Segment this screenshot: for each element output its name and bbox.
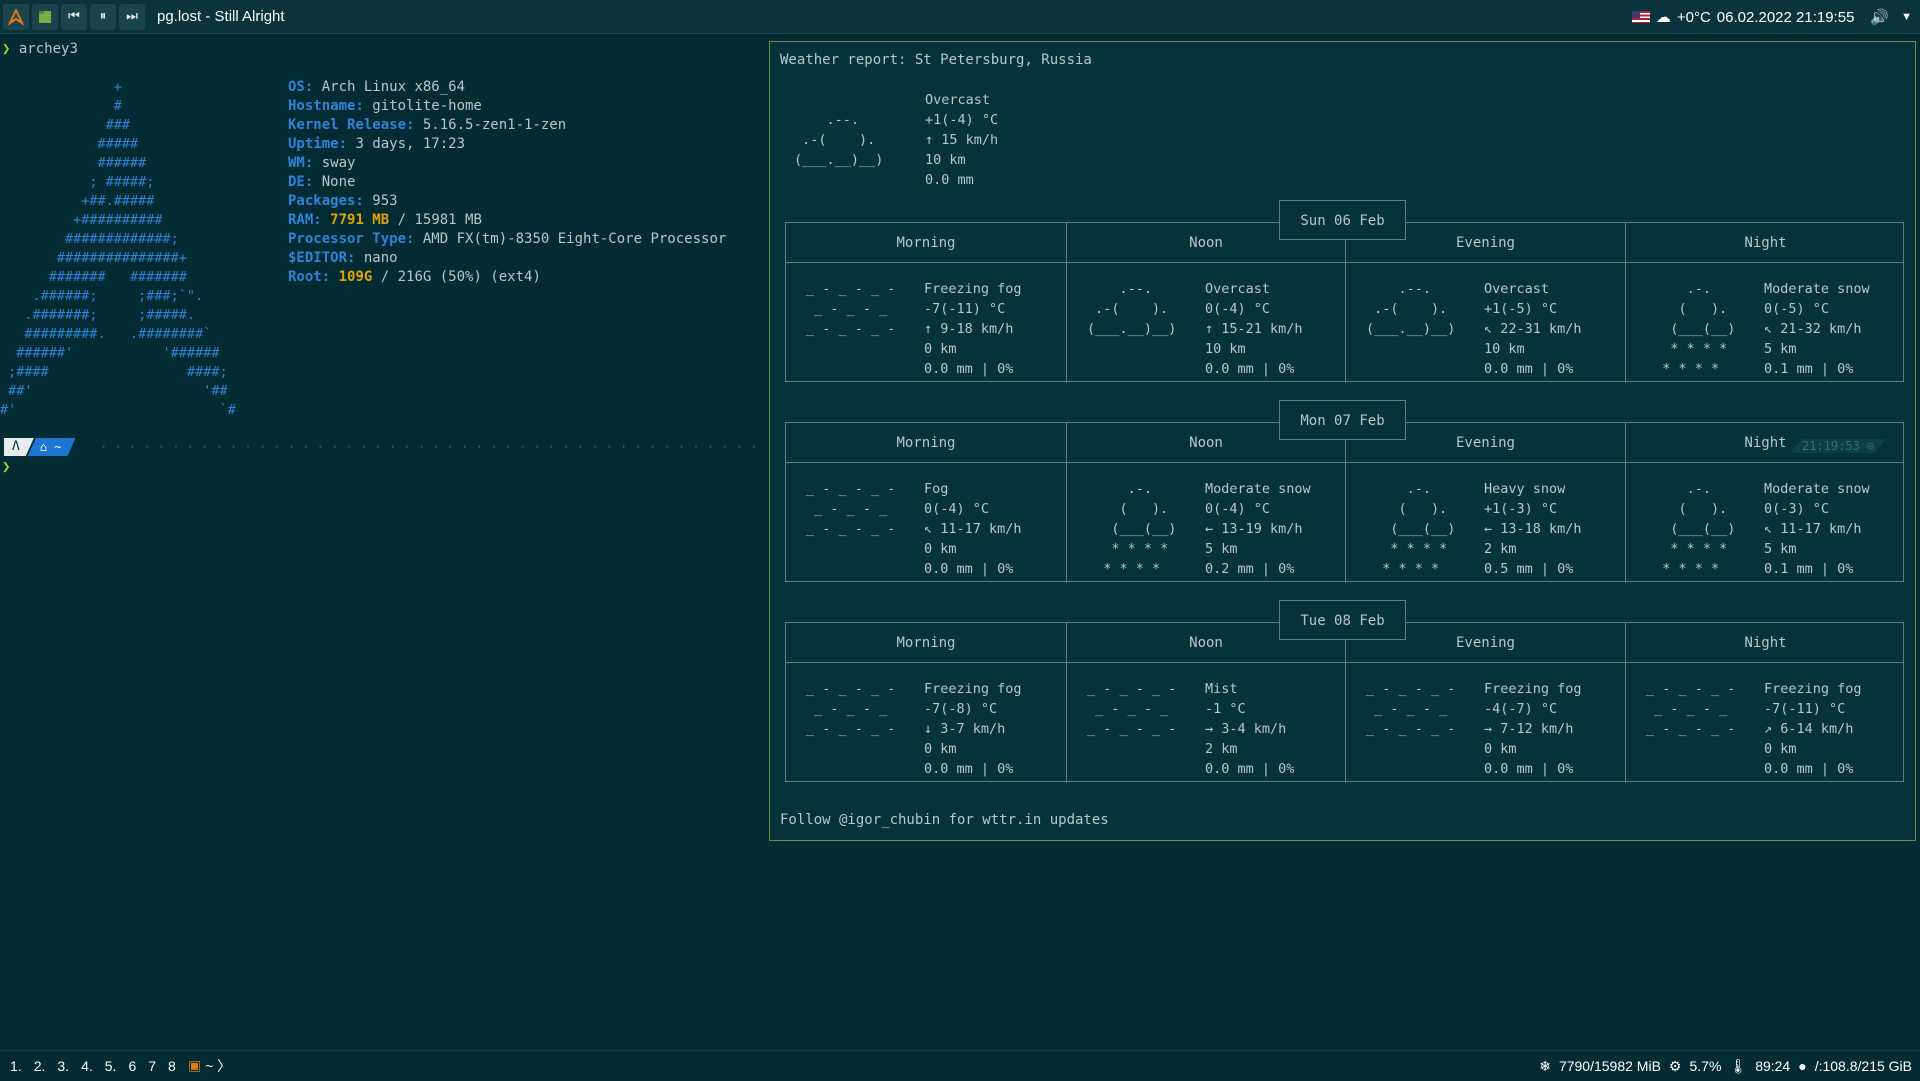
workspace-2[interactable]: 2. (34, 1058, 46, 1074)
weather-title: Weather report: St Petersburg, Russia (780, 52, 1092, 68)
command-line: ❯ archey3 (2, 40, 78, 59)
cpu-icon: ⚙ (1668, 1057, 1682, 1074)
info-editor: $EDITOR: nano (288, 250, 398, 266)
day-panel: Morning Noon Evening Night _ - _ - _ - _… (785, 200, 1906, 383)
day-grid: Morning Noon Evening Night _ - _ - _ - _… (785, 622, 1905, 783)
file-manager-icon[interactable] (32, 3, 58, 30)
day-panel: Morning Noon Evening Night _ - _ - _ - _… (785, 400, 1906, 583)
workspace-6[interactable]: 6 (128, 1058, 136, 1074)
prompt-filler: · · · · · · · · · · · · · · · · · · · · … (100, 440, 760, 454)
ghost-timestamp: 21:19:53 ⊙ (1790, 439, 1886, 453)
info-wm: WM: sway (288, 155, 356, 171)
chevron-down-icon[interactable]: ▼ (1901, 11, 1912, 23)
system-info: OS: Arch Linux x86_64 Hostname: gitolite… (288, 78, 726, 287)
workspace-7[interactable]: 7 (148, 1058, 156, 1074)
forecast-cell: .-. ( ). (___(__) * * * * * * * * Heavy s… (1345, 463, 1625, 583)
col-morning: Morning (896, 435, 956, 451)
terminal-icon: ▣ (187, 1057, 202, 1073)
disk-icon: ● (1798, 1058, 1807, 1074)
day-grid: Morning Noon Evening Night _ - _ - _ - _… (785, 222, 1905, 383)
col-night: Night (1744, 635, 1787, 651)
forecast-cell: .--. .-( ). (___.__)__) Overcast +1(-5) °… (1345, 263, 1625, 383)
pause-icon[interactable]: ⏸ (90, 3, 116, 30)
col-morning: Morning (896, 635, 956, 651)
forecast-cell: .--. .-( ). (___.__)__) Overcast 0(-4) °C… (1066, 263, 1345, 383)
day-label: Mon 07 Feb (1279, 400, 1406, 440)
info-processor: Processor Type: AMD FX(tm)-8350 Eight-Co… (288, 231, 727, 247)
day-grid: Morning Noon Evening Night _ - _ - _ - _… (785, 422, 1905, 583)
workspace-4[interactable]: 4. (81, 1058, 93, 1074)
forecast-cell: .-. ( ). (___(__) * * * * * * * * Moderat… (1625, 263, 1905, 383)
workspace-3[interactable]: 3. (57, 1058, 69, 1074)
weather-temp: +0°C (1676, 8, 1711, 26)
forecast-cell: _ - _ - _ - _ - _ - _ _ - _ - _ - Freezin… (806, 681, 1022, 777)
prev-icon[interactable]: ⏮ (61, 3, 87, 30)
forecast-cell: _ - _ - _ - _ - _ - _ _ - _ - _ - Freezin… (1345, 663, 1625, 783)
disk-usage: /:108.8/215 GiB (1814, 1058, 1912, 1074)
forecast-cell: _ - _ - _ - _ - _ - _ _ - _ - _ - Freezin… (806, 281, 1022, 377)
memory-icon: ❄ (1539, 1057, 1551, 1074)
info-uptime: Uptime: 3 days, 17:23 (288, 136, 466, 152)
day-panel: Morning Noon Evening Night _ - _ - _ - _… (785, 600, 1906, 783)
prompt-segment-dir: ⌂ ~ (28, 438, 76, 456)
cpu-usage: 5.7% (1689, 1058, 1722, 1074)
workspace-5[interactable]: 5. (105, 1058, 117, 1074)
forecast-cell: _ - _ - _ - _ - _ - _ _ - _ - _ - Freezin… (1625, 663, 1905, 783)
forecast-cell: _ - _ - _ - _ - _ - _ _ - _ - _ - Mist -1… (1066, 663, 1345, 783)
day-label: Sun 06 Feb (1279, 200, 1406, 240)
weather-icon: ☁ (1655, 9, 1671, 26)
next-icon[interactable]: ⏭ (119, 3, 145, 30)
day-label: Tue 08 Feb (1279, 600, 1406, 640)
datetime: 06.02.2022 21:19:55 (1716, 8, 1855, 26)
info-os: OS: Arch Linux x86_64 (288, 79, 466, 95)
current-weather-art: .--. .-( ). (___.__)__) (794, 112, 884, 168)
flag-icon[interactable] (1631, 11, 1650, 23)
weather-window[interactable]: Weather report: St Petersburg, Russia .-… (769, 41, 1916, 841)
track-title: pg.lost - Still Alright (157, 8, 285, 25)
memory-usage: 7790/15982 MiB (1558, 1058, 1661, 1074)
col-morning: Morning (896, 235, 956, 251)
info-root: Root: 109G / 216G (50%) (ext4) (288, 269, 541, 285)
arch-logo: + # ### ##### ###### ; #####; +##.##### … (0, 79, 236, 418)
forecast-cell: .-. ( ). (___(__) * * * * * * * * Moderat… (1625, 463, 1905, 583)
cursor-prompt[interactable]: ❯ (2, 459, 10, 475)
workspace-8[interactable]: 8 (168, 1058, 176, 1074)
info-hostname: Hostname: gitolite-home (288, 98, 482, 114)
temp-icon: 🌡 (1729, 1057, 1748, 1074)
bottom-bar: 1. 2. 3. 4. 5. 6 7 8 ▣ ~ 〉 ❄ 7790/15982 … (0, 1050, 1920, 1080)
forecast-cell: _ - _ - _ - _ - _ - _ _ - _ - _ - Fog 0(-… (806, 481, 1022, 577)
volume-icon[interactable]: 🔊 (1870, 8, 1889, 26)
workspace-1[interactable]: 1. (10, 1058, 22, 1074)
prompt-icon: ❯ (2, 41, 11, 57)
top-bar: ⏮ ⏸ ⏭ pg.lost - Still Alright ☁ +0°C 06.… (0, 0, 1920, 34)
info-packages: Packages: 953 (288, 193, 398, 209)
prompt-bar: Λ ⌂ ~ (4, 437, 76, 457)
active-window-title: ~ 〉 (205, 1057, 232, 1074)
current-weather-text: Overcast +1(-4) °C ↑ 15 km/h 10 km 0.0 m… (925, 92, 999, 188)
info-ram: RAM: 7791 MB / 15981 MB (288, 212, 482, 228)
info-kernel: Kernel Release: 5.16.5-zen1-1-zen (288, 117, 567, 133)
temperature: 89:24 (1755, 1058, 1791, 1074)
follow-note: Follow @igor_chubin for wttr.in updates (780, 812, 1109, 828)
forecast-cell: .-. ( ). (___(__) * * * * * * * * Moderat… (1066, 463, 1345, 583)
info-de: DE: None (288, 174, 356, 190)
arch-icon[interactable] (3, 3, 29, 30)
col-night: Night (1744, 235, 1787, 251)
command-text: archey3 (18, 41, 78, 57)
